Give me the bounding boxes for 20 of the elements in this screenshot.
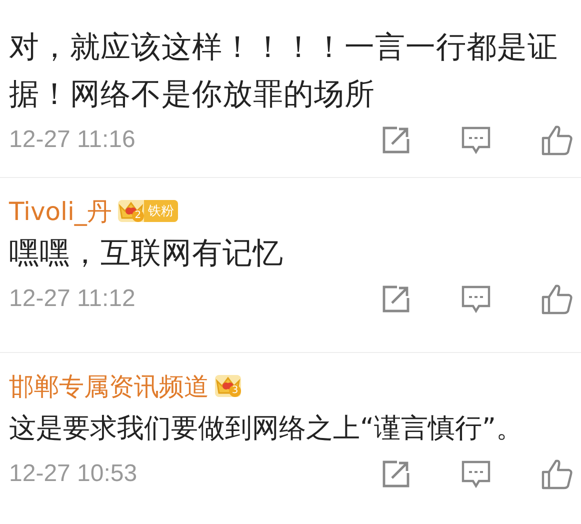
like-icon[interactable] <box>541 283 573 315</box>
comment-text: 这是要求我们要做到网络之上“谨言慎行”。 <box>9 412 524 446</box>
user-name[interactable]: Tivoli_丹 <box>9 194 112 228</box>
share-icon[interactable] <box>381 284 411 314</box>
comment-time: 12-27 11:16 <box>9 126 136 154</box>
crown-icon: 2 <box>118 200 144 222</box>
comment-icon[interactable] <box>461 459 491 489</box>
comment-icon[interactable] <box>461 284 491 314</box>
comment-text: 嘿嘿，互联网有记忆 <box>9 235 284 273</box>
share-icon[interactable] <box>381 125 411 155</box>
like-icon[interactable] <box>541 458 573 490</box>
comment-icon[interactable] <box>461 125 491 155</box>
comment-text: 对，就应该这样！！！！一言一行都是证据！网络不是你放罪的场所 <box>9 29 559 114</box>
comment-time: 12-27 10:53 <box>9 460 138 488</box>
user-name[interactable]: 邯郸专属资讯频道 <box>9 370 209 402</box>
share-icon[interactable] <box>381 459 411 489</box>
like-icon[interactable] <box>541 124 573 156</box>
crown-icon: 3 <box>215 375 241 397</box>
fan-badge: 2 铁粉 <box>118 200 178 222</box>
comment-time: 12-27 11:12 <box>9 285 136 313</box>
